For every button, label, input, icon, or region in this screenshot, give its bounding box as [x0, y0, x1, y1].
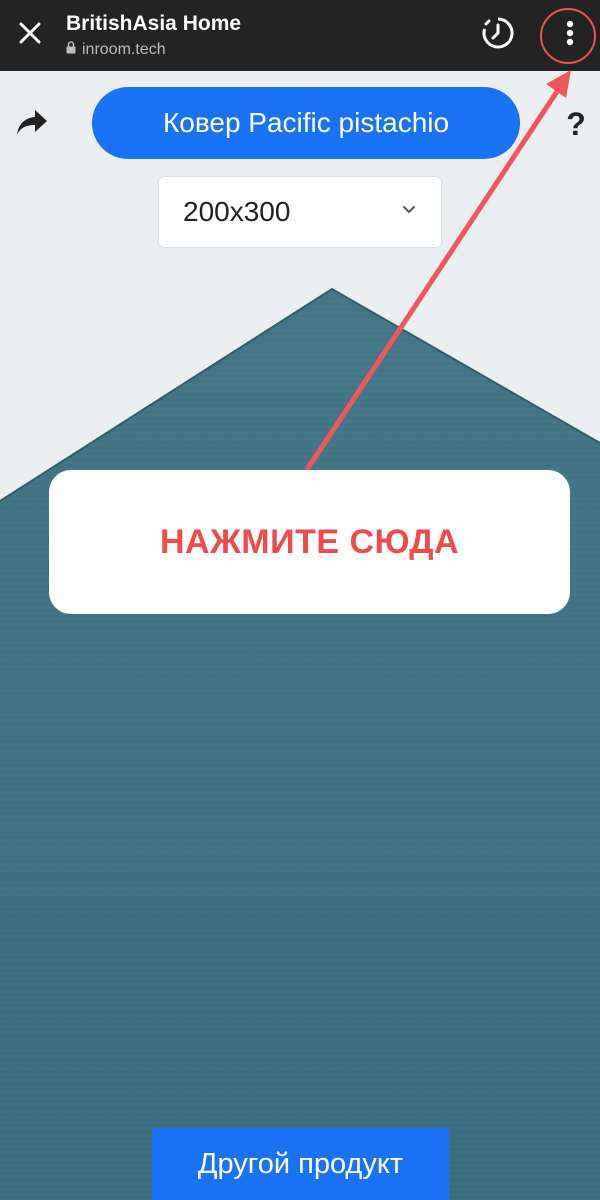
- instruction-callout: НАЖМИТЕ СЮДА: [49, 470, 570, 614]
- help-button[interactable]: ?: [558, 104, 594, 144]
- other-product-button[interactable]: Другой продукт: [152, 1128, 449, 1200]
- lock-icon: [66, 41, 76, 59]
- close-button[interactable]: [12, 17, 48, 53]
- size-select[interactable]: 200x300: [158, 176, 442, 248]
- product-name-button[interactable]: Ковер Pacific pistachio: [92, 87, 520, 159]
- site-url: inroom.tech: [66, 41, 166, 59]
- history-button[interactable]: [476, 13, 520, 57]
- chevron-down-icon: [401, 203, 417, 221]
- share-button[interactable]: [10, 104, 54, 144]
- size-select-value: 200x300: [183, 196, 291, 227]
- history-timer-icon: [480, 15, 516, 56]
- share-arrow-icon: [15, 108, 49, 141]
- more-options-button[interactable]: [546, 13, 594, 57]
- site-url-text: inroom.tech: [82, 41, 166, 58]
- more-vert-icon: [566, 20, 574, 51]
- close-icon: [18, 21, 42, 50]
- browser-bar: BritishAsia Home inroom.tech: [0, 0, 600, 71]
- site-title: BritishAsia Home: [66, 12, 242, 35]
